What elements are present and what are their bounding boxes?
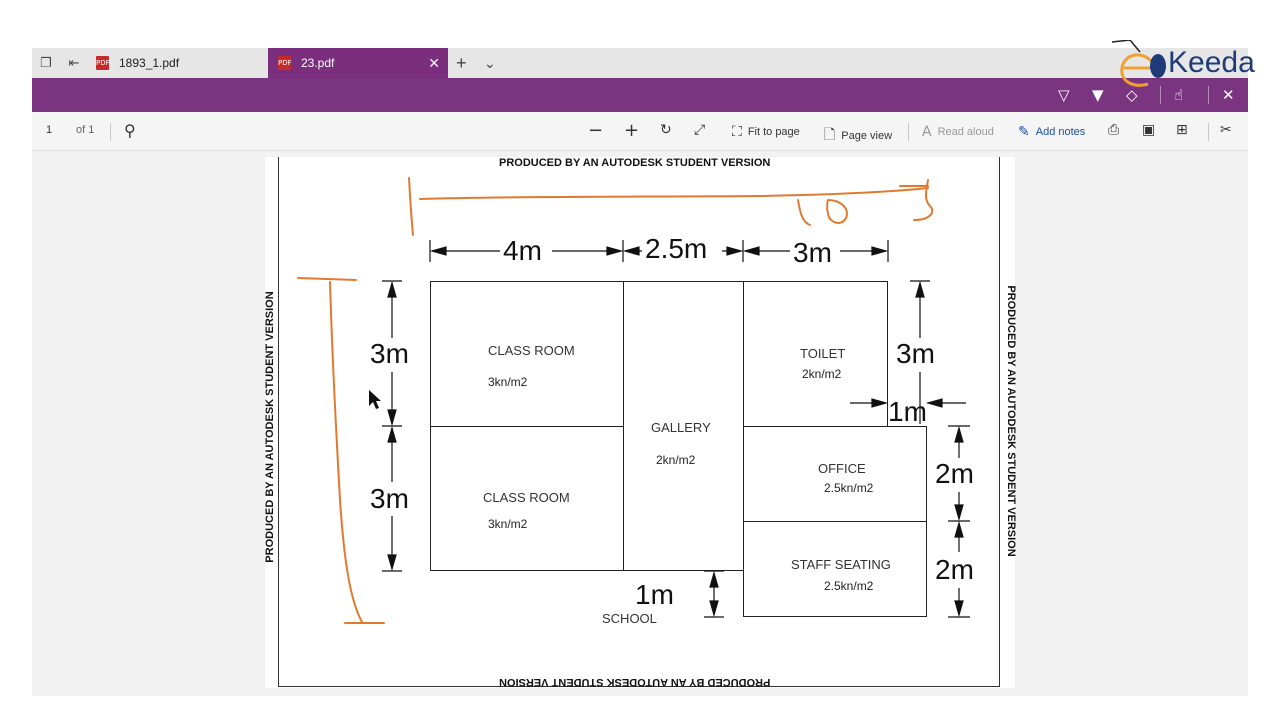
dim-toilet-offset: 1m [888, 396, 927, 427]
dimension-lines [297, 177, 970, 624]
dim-top-gallery: 2.5m [645, 233, 708, 264]
dim-top-toilet: 3m [793, 237, 832, 268]
dim-right-office: 2m [935, 458, 974, 489]
dim-right-staff: 2m [935, 554, 974, 585]
dim-left-classroom-1: 3m [370, 338, 409, 369]
dim-bottom-gap: 1m [635, 579, 674, 610]
dim-left-classroom-2: 3m [370, 483, 409, 514]
dim-top-classroom: 4m [503, 235, 542, 266]
ekeeda-logo: Keeda [1111, 39, 1257, 92]
mouse-cursor-icon [369, 390, 381, 409]
logo-text: Keeda [1168, 46, 1255, 79]
dim-right-toilet: 3m [896, 338, 935, 369]
